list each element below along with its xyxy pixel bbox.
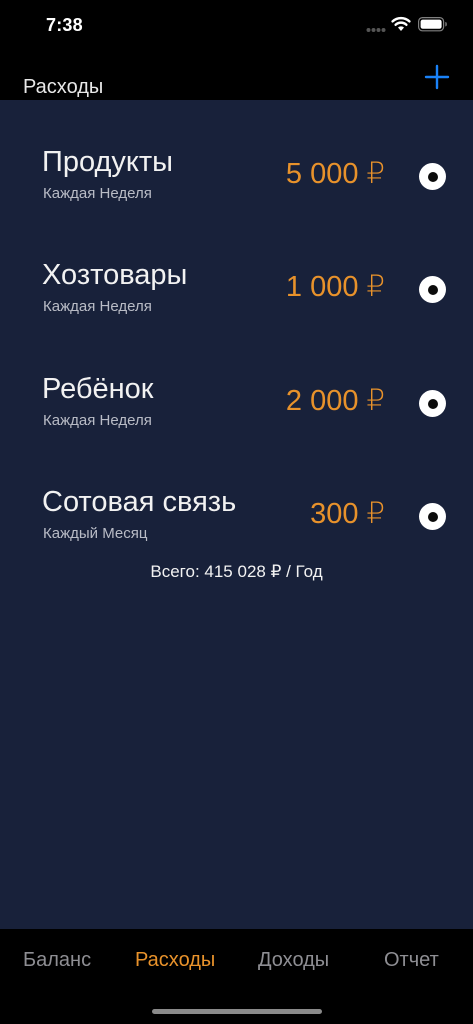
expense-title: Ребёнок: [42, 373, 154, 405]
expense-title: Сотовая связь: [42, 486, 237, 518]
expense-toggle[interactable]: [419, 276, 446, 303]
expense-title: Продукты: [42, 146, 174, 178]
status-bar: 7:38: [0, 0, 473, 52]
tab-expenses[interactable]: Расходы: [135, 949, 215, 972]
wifi-icon: [391, 16, 411, 31]
expenses-list: Продукты Каждая Неделя 5 000 ₽ Хозтовары…: [0, 100, 473, 929]
add-expense-button[interactable]: [424, 64, 450, 90]
expense-row-mobile[interactable]: Сотовая связь Каждый Месяц 300 ₽: [0, 458, 473, 558]
tab-bar: Баланс Расходы Доходы Отчет: [0, 929, 473, 1024]
page-title: Расходы: [23, 76, 104, 98]
expense-period: Каждый Месяц: [43, 525, 148, 542]
expense-toggle[interactable]: [419, 163, 446, 190]
expense-row-household[interactable]: Хозтовары Каждая Неделя 1 000 ₽: [0, 231, 473, 331]
home-indicator: [152, 1009, 322, 1014]
status-time: 7:38: [46, 15, 83, 35]
plus-icon: [424, 64, 450, 90]
expense-toggle[interactable]: [419, 390, 446, 417]
total-summary: Всего: 415 028 ₽ / Год: [150, 562, 323, 581]
navigation-bar: Расходы: [0, 52, 473, 100]
expense-amount: 1 000 ₽: [285, 271, 385, 303]
cellular-signal-icon: [366, 28, 386, 32]
battery-icon: [418, 17, 447, 32]
tab-report[interactable]: Отчет: [384, 949, 439, 972]
expense-amount: 300 ₽: [310, 498, 385, 530]
tab-balance[interactable]: Баланс: [23, 949, 91, 972]
expense-title: Хозтовары: [42, 259, 188, 291]
expense-toggle[interactable]: [419, 503, 446, 530]
expense-period: Каждая Неделя: [43, 412, 152, 429]
expense-period: Каждая Неделя: [43, 185, 152, 202]
expense-period: Каждая Неделя: [43, 298, 152, 315]
tab-income[interactable]: Доходы: [258, 949, 329, 972]
expense-amount: 5 000 ₽: [285, 158, 385, 190]
expense-row-child[interactable]: Ребёнок Каждая Неделя 2 000 ₽: [0, 345, 473, 445]
expense-row-products[interactable]: Продукты Каждая Неделя 5 000 ₽: [0, 118, 473, 218]
expense-amount: 2 000 ₽: [285, 385, 385, 417]
